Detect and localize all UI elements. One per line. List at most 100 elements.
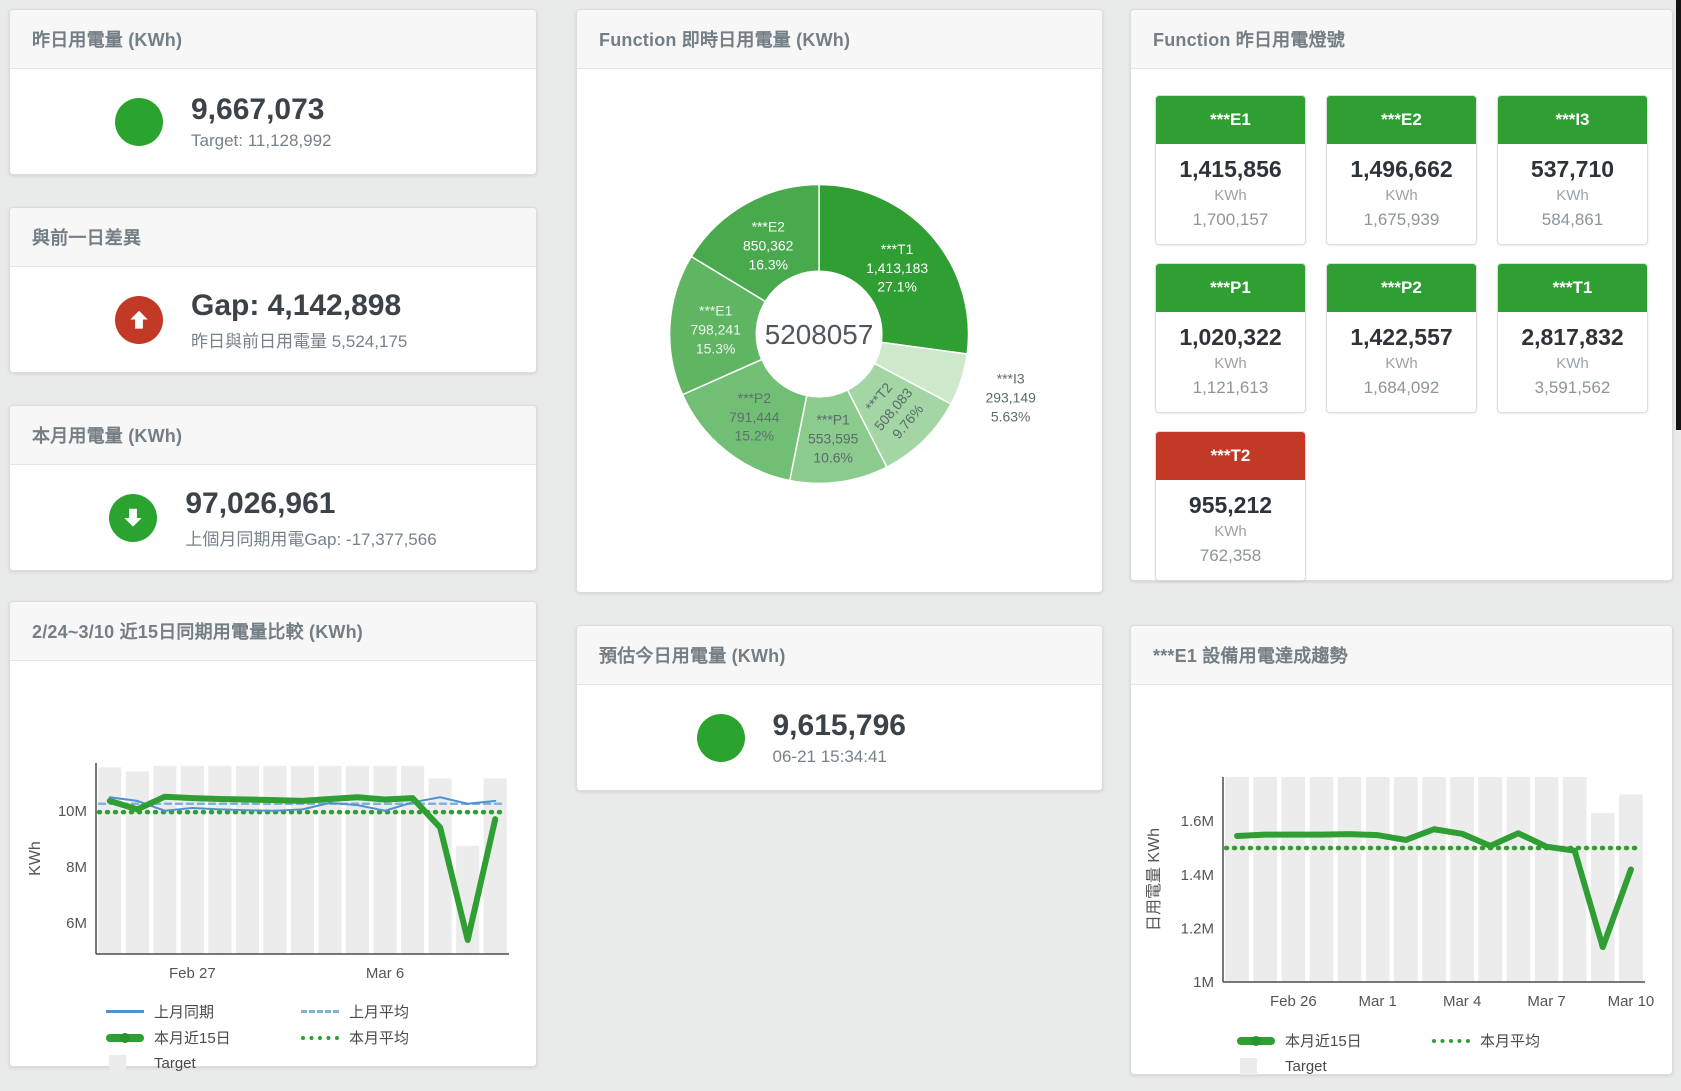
target-bar <box>181 766 204 954</box>
tile-value: 955,212 <box>1156 492 1305 519</box>
target-bar <box>1450 777 1474 982</box>
tile-value: 1,496,662 <box>1327 156 1476 183</box>
legend-label: Target <box>154 1055 196 1072</box>
target-bar <box>1366 777 1390 982</box>
dashboard: { "page": {"background": "#e9eaea", "acc… <box>0 0 1681 1091</box>
tile-target: 1,121,613 <box>1156 378 1305 398</box>
tile-target: 1,675,939 <box>1327 210 1476 230</box>
y-tick-label: 1M <box>1193 974 1214 991</box>
kpi-subtext: 昨日與前日用電量 5,524,175 <box>191 327 431 352</box>
legend-item[interactable]: 本月平均 <box>301 1026 496 1049</box>
kpi-subtext: Target: 11,128,992 <box>191 131 431 151</box>
legend-swatch-icon <box>106 1034 144 1042</box>
legend-swatch-icon <box>109 1055 126 1072</box>
tile-unit: KWh <box>1156 187 1305 204</box>
donut-center-total: 5208057 <box>765 319 874 350</box>
legend-item[interactable]: Target <box>106 1052 301 1075</box>
legend-item[interactable]: 本月近15日 <box>1237 1029 1432 1052</box>
x-tick-label: Feb 26 <box>1270 993 1317 1010</box>
target-bar <box>208 766 231 954</box>
kpi-value: 9,615,796 <box>773 709 983 743</box>
arrow-down-icon <box>109 494 157 542</box>
target-bar <box>291 766 314 954</box>
tile-value: 537,710 <box>1498 156 1647 183</box>
card-title: Function 昨日用電燈號 <box>1131 10 1672 69</box>
legend-swatch-icon <box>301 1010 339 1013</box>
legend-swatch-icon <box>301 1036 339 1040</box>
legend-label: 上月平均 <box>349 1001 409 1022</box>
card-title: 預估今日用電量 (KWh) <box>577 626 1102 685</box>
y-tick-label: 1.2M <box>1181 920 1214 937</box>
tile-target: 3,591,562 <box>1498 378 1647 398</box>
legend-label: 本月近15日 <box>154 1027 231 1048</box>
card-title: 本月用電量 (KWh) <box>10 406 536 465</box>
target-bar <box>1591 813 1615 982</box>
y-tick-label: 10M <box>58 803 87 820</box>
card-month-usage: 本月用電量 (KWh) 97,026,961 上個月同期用電Gap: -17,3… <box>9 405 537 571</box>
target-bar <box>1394 777 1418 982</box>
card-realtime-donut: Function 即時日用電量 (KWh) ***T11,413,18327.1… <box>576 9 1103 593</box>
comparison-line-chart: 6M8M10MFeb 27Mar 6KWh <box>18 757 523 992</box>
card-yesterday-lights: Function 昨日用電燈號 ***E1 1,415,856 KWh 1,700,1… <box>1130 9 1673 581</box>
legend-item[interactable]: 本月平均 <box>1432 1029 1627 1052</box>
target-bar <box>318 766 341 954</box>
target-bar <box>346 766 369 954</box>
card-title: 昨日用電量 (KWh) <box>10 10 536 69</box>
x-tick-label: Mar 4 <box>1443 993 1481 1010</box>
target-bar <box>1310 777 1334 982</box>
card-gap-previous-day: 與前一日差異 Gap: 4,142,898 昨日與前日用電量 5,524,175 <box>9 207 537 373</box>
tile-label: ***T1 <box>1498 264 1647 312</box>
chart-legend: 本月近15日 本月平均 Target <box>1237 1029 1627 1078</box>
e1-trend-line-chart: 1M1.2M1.4M1.6MFeb 26Mar 1Mar 4Mar 7Mar 1… <box>1137 771 1657 1021</box>
tile-unit: KWh <box>1327 187 1476 204</box>
target-bar <box>126 771 149 954</box>
legend-item[interactable]: 上月同期 <box>106 1000 301 1023</box>
target-bar <box>263 766 286 954</box>
status-circle-icon <box>697 714 745 762</box>
light-tile: ***P21,422,557KWh1,684,092 <box>1326 263 1477 413</box>
legend-item[interactable]: 上月平均 <box>301 1000 496 1023</box>
y-tick-label: 1.4M <box>1181 867 1214 884</box>
light-tile: ***T12,817,832KWh3,591,562 <box>1497 263 1648 413</box>
kpi-value: Gap: 4,142,898 <box>191 289 431 323</box>
tile-value: 1,422,557 <box>1327 324 1476 351</box>
tile-value: 2,817,832 <box>1498 324 1647 351</box>
kpi-timestamp: 06-21 15:34:41 <box>773 747 983 767</box>
tile-unit: KWh <box>1156 523 1305 540</box>
tile-label: ***I3 <box>1498 96 1647 144</box>
tile-target: 1,700,157 <box>1156 210 1305 230</box>
x-tick-label: Mar 1 <box>1359 993 1397 1010</box>
target-bar <box>374 766 397 954</box>
legend-item[interactable]: Target <box>1237 1055 1432 1078</box>
light-tile: ***T2955,212KWh762,358 <box>1155 431 1306 581</box>
tile-label: ***E1 <box>1156 96 1305 144</box>
card-15day-comparison-chart: 2/24~3/10 近15日同期用電量比較 (KWh) 6M8M10MFeb 2… <box>9 601 537 1067</box>
target-bar <box>1422 777 1446 982</box>
target-bar <box>401 766 424 954</box>
legend-label: 本月平均 <box>349 1027 409 1048</box>
y-tick-label: 8M <box>66 859 87 876</box>
card-e1-trend-chart: ***E1 設備用電達成趨勢 1M1.2M1.4M1.6MFeb 26Mar 1… <box>1130 625 1673 1075</box>
light-tiles-grid: ***E11,415,856KWh1,700,157***E21,496,662… <box>1131 69 1672 607</box>
legend-item[interactable]: 本月近15日 <box>106 1026 301 1049</box>
tile-value: 1,415,856 <box>1156 156 1305 183</box>
realtime-usage-donut-chart: ***T11,413,18327.1%***I3293,1495.63%***T… <box>577 76 1102 586</box>
legend-label: Target <box>1285 1058 1327 1075</box>
chart-legend: 上月同期 上月平均本月近15日 本月平均 Target <box>106 1000 496 1075</box>
kpi-value: 97,026,961 <box>185 487 436 521</box>
target-bar <box>1535 777 1559 982</box>
tile-unit: KWh <box>1156 355 1305 372</box>
light-tile: ***E1 1,415,856 KWh 1,700,157 <box>1155 95 1306 245</box>
legend-label: 本月平均 <box>1480 1030 1540 1051</box>
tile-label: ***T2 <box>1156 432 1305 480</box>
y-axis-label: KWh <box>27 841 44 876</box>
kpi-value: 9,667,073 <box>191 93 431 127</box>
legend-swatch-icon <box>1237 1037 1275 1045</box>
light-tile: ***I3537,710KWh584,861 <box>1497 95 1648 245</box>
kpi-subtext: 上個月同期用電Gap: -17,377,566 <box>185 525 436 550</box>
card-yesterday-usage: 昨日用電量 (KWh) 9,667,073 Target: 11,128,992 <box>9 9 537 175</box>
scrollbar[interactable] <box>1676 0 1681 430</box>
target-bar <box>1338 777 1362 982</box>
tile-value: 1,020,322 <box>1156 324 1305 351</box>
target-bar <box>98 767 121 954</box>
